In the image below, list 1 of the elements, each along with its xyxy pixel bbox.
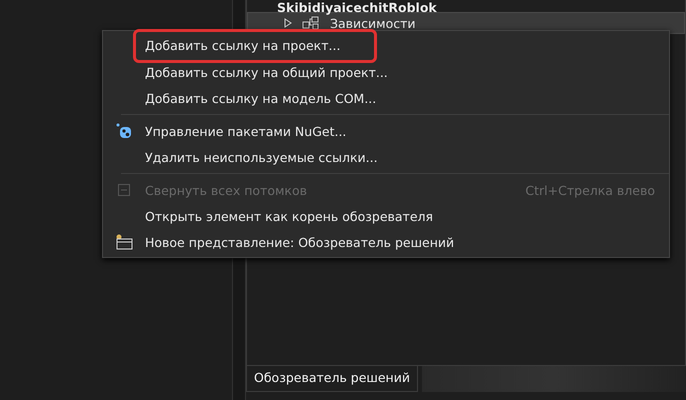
shortcut-text: Ctrl+Стрелка влево [525, 182, 655, 198]
